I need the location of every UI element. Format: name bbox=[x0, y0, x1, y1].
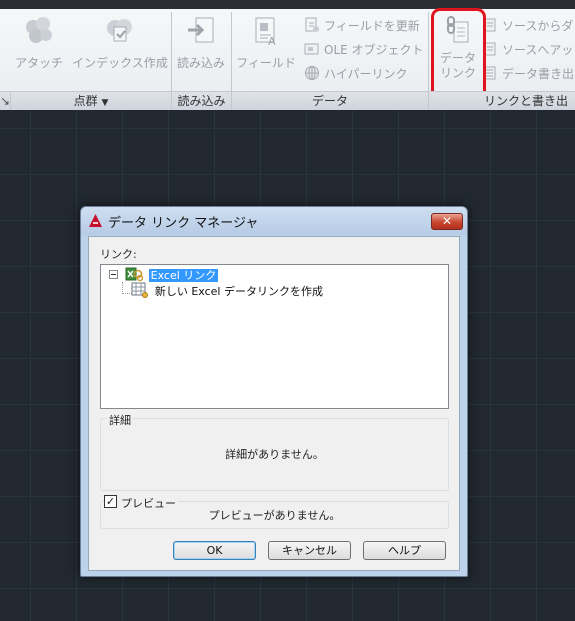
excel-link-chain-icon bbox=[125, 266, 144, 282]
details-title: 詳細 bbox=[107, 412, 133, 428]
update-fields-button[interactable]: フィールドを更新 bbox=[304, 16, 420, 36]
panel-separator bbox=[10, 91, 11, 110]
hyperlink-button[interactable]: ハイパーリンク bbox=[304, 64, 408, 84]
field-icon: A bbox=[249, 14, 283, 48]
dialog-title-bar[interactable]: データ リンク マネージャ ✕ bbox=[81, 207, 467, 235]
panel-expand-arrow-icon[interactable]: ↘ bbox=[0, 93, 10, 110]
data-export-button[interactable]: データ書き出 bbox=[482, 64, 574, 84]
dialog-title: データ リンク マネージャ bbox=[108, 216, 259, 231]
panel-separator bbox=[231, 91, 232, 110]
attach-cloud-icon bbox=[22, 14, 56, 48]
panel-point-cloud[interactable]: 点群 ▼ bbox=[11, 93, 171, 110]
ribbon-top-strip bbox=[0, 0, 575, 9]
details-text: 詳細がありません。 bbox=[225, 448, 324, 461]
tree-node-label: Excel リンク bbox=[148, 269, 219, 282]
ole-object-icon bbox=[304, 41, 320, 57]
preview-group: ✓ プレビュー プレビューがありません。 bbox=[100, 495, 449, 529]
ole-object-button[interactable]: OLE オブジェクト bbox=[304, 40, 424, 60]
links-label: リンク: bbox=[100, 248, 137, 261]
cancel-button[interactable]: キャンセル bbox=[268, 541, 351, 560]
dialog-body: リンク: Excel リンク 新しい Excel データリンクを作成 詳細 詳細… bbox=[88, 236, 460, 571]
new-data-link-icon bbox=[131, 282, 149, 298]
panel-data: データ bbox=[311, 94, 348, 108]
details-group: 詳細 詳細がありません。 bbox=[100, 412, 449, 491]
import-button[interactable]: 読み込み bbox=[174, 14, 228, 71]
preview-text: プレビューがありません。 bbox=[208, 509, 341, 522]
ok-button[interactable]: OK bbox=[173, 541, 256, 560]
panel-separator bbox=[171, 91, 172, 110]
tree-node-label: 新しい Excel データリンクを作成 bbox=[154, 285, 323, 298]
panel-import: 読み込み bbox=[177, 94, 226, 108]
ribbon: アタッチ インデックス作成 読み込み A フィールド フィールドを更新 OLE … bbox=[0, 0, 575, 110]
autocad-logo-icon bbox=[88, 213, 103, 228]
point-cloud-dropdown-icon: ▼ bbox=[101, 98, 109, 108]
collapse-toggle-icon[interactable] bbox=[109, 270, 118, 279]
tree-node-create-new-excel-link[interactable]: 新しい Excel データリンクを作成 bbox=[131, 282, 323, 299]
field-button[interactable]: A フィールド bbox=[234, 14, 298, 71]
panel-link-and-write: リンクと書き出 bbox=[484, 94, 569, 108]
svg-text:A: A bbox=[268, 35, 276, 48]
tree-node-excel-links[interactable]: Excel リンク bbox=[109, 266, 219, 283]
hyperlink-globe-icon bbox=[304, 65, 320, 81]
upload-to-source-button[interactable]: ソースへアッ bbox=[482, 40, 573, 60]
help-button[interactable]: ヘルプ bbox=[363, 541, 446, 560]
create-index-button[interactable]: インデックス作成 bbox=[72, 14, 168, 71]
data-link-manager-dialog: データ リンク マネージャ ✕ リンク: Excel リンク 新しい Excel… bbox=[80, 206, 468, 577]
index-cloud-icon bbox=[103, 14, 137, 48]
close-button[interactable]: ✕ bbox=[431, 213, 463, 230]
download-from-source-button[interactable]: ソースからダ bbox=[482, 16, 573, 36]
ribbon-panel-labels: ↘ 点群 ▼ 読み込み データ リンクと書き出 bbox=[0, 91, 575, 110]
panel-separator bbox=[428, 91, 429, 110]
links-tree[interactable]: Excel リンク 新しい Excel データリンクを作成 bbox=[100, 264, 449, 409]
import-arrow-icon bbox=[184, 14, 218, 48]
update-fields-icon bbox=[304, 17, 320, 33]
attach-button[interactable]: アタッチ bbox=[14, 14, 64, 71]
